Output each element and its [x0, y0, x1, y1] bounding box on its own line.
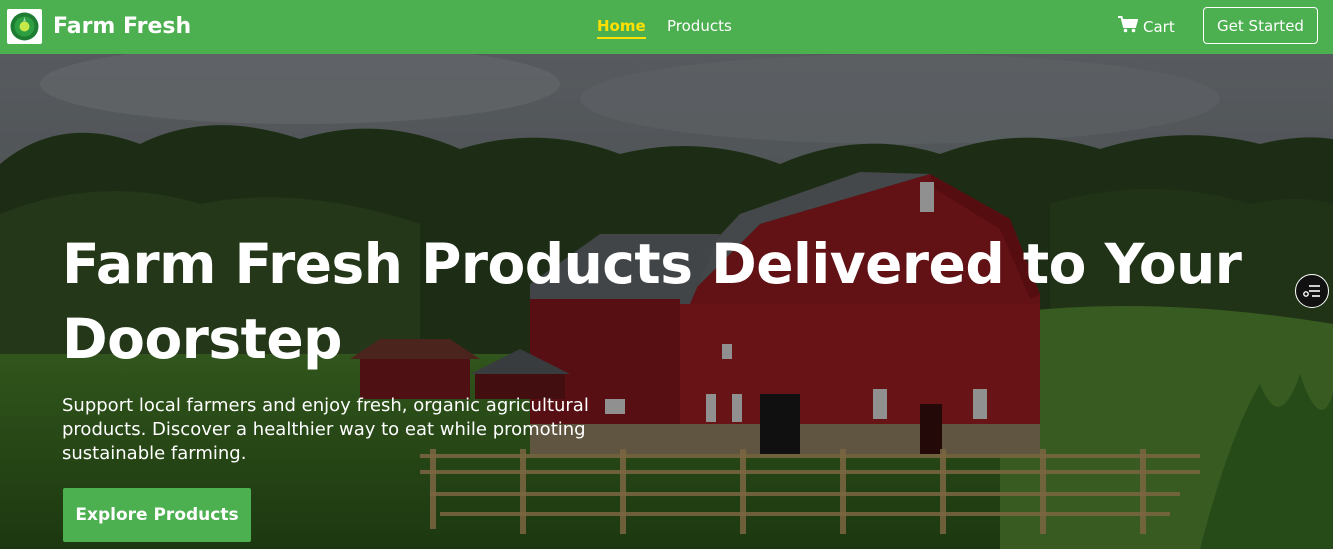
- hero-title: Farm Fresh Products Delivered to Your Do…: [62, 232, 1242, 371]
- filter-list-icon[interactable]: [1295, 274, 1329, 308]
- cart-link[interactable]: Cart: [1118, 16, 1175, 37]
- hero-subtitle: Support local farmers and enjoy fresh, o…: [62, 395, 589, 464]
- explore-products-button[interactable]: Explore Products: [63, 488, 251, 542]
- cart-label: Cart: [1143, 17, 1175, 36]
- hero-section: Farm Fresh Products Delivered to Your Do…: [0, 54, 1333, 549]
- nav-home-link[interactable]: Home: [597, 17, 646, 39]
- farm-logo-icon: [7, 9, 42, 44]
- brand-name: Farm Fresh: [53, 14, 192, 39]
- get-started-button[interactable]: Get Started: [1203, 7, 1318, 44]
- brand[interactable]: Farm Fresh: [7, 9, 191, 44]
- navbar: Farm Fresh Home Products Cart Get Starte…: [0, 0, 1333, 54]
- shopping-cart-icon: [1118, 16, 1139, 37]
- nav-products-link[interactable]: Products: [667, 17, 732, 35]
